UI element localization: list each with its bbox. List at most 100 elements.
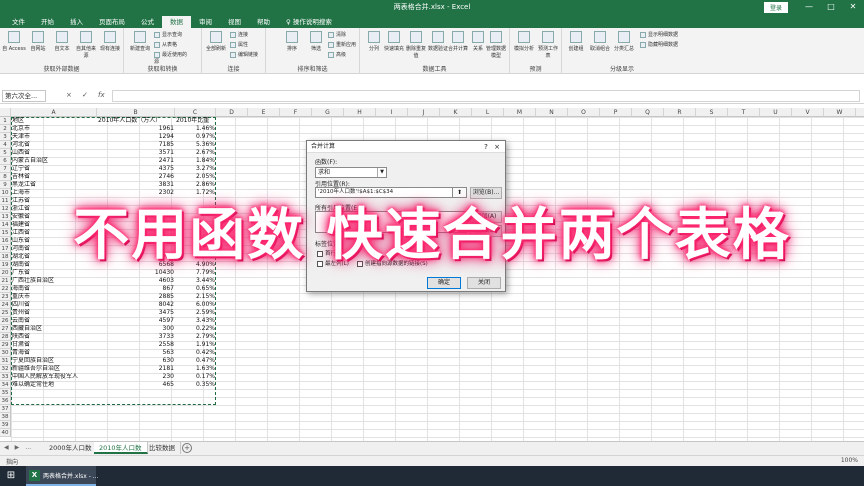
login-button[interactable]: 登录: [763, 2, 788, 13]
row-header[interactable]: 26: [0, 317, 11, 325]
column-header-a[interactable]: A: [11, 108, 97, 117]
column-header-m[interactable]: M: [504, 108, 536, 117]
cell-b33[interactable]: 230: [97, 373, 175, 381]
column-header-o[interactable]: O: [568, 108, 600, 117]
cell-b30[interactable]: 563: [97, 349, 175, 357]
row-header[interactable]: 21: [0, 277, 11, 285]
cell-b2[interactable]: 1961: [97, 125, 175, 133]
cell-c30[interactable]: 0.42%: [175, 349, 216, 357]
row-header[interactable]: 7: [0, 165, 11, 173]
row-header[interactable]: 28: [0, 333, 11, 341]
from-table-button[interactable]: 从表格: [154, 41, 188, 48]
cell-a23[interactable]: 重庆市: [11, 293, 97, 301]
row-header[interactable]: 8: [0, 173, 11, 181]
cell-b37[interactable]: [97, 405, 175, 413]
column-header-s[interactable]: S: [696, 108, 728, 117]
sheet-nav-arrows-icon[interactable]: ◀▶…: [4, 444, 37, 451]
row-header[interactable]: 9: [0, 181, 11, 189]
edit-links-button[interactable]: 编辑链接: [230, 51, 264, 58]
cell-b39[interactable]: [97, 421, 175, 429]
sort-button[interactable]: 排序: [280, 31, 304, 52]
windows-start-icon[interactable]: ⊞: [0, 466, 22, 486]
cell-a36[interactable]: [11, 397, 97, 405]
cell-a34[interactable]: 难以确定常住地: [11, 381, 97, 389]
recent-sources-button[interactable]: 最近使用的源: [154, 51, 188, 65]
cell-c34[interactable]: 0.35%: [175, 381, 216, 389]
close-icon[interactable]: ✕: [842, 0, 864, 14]
column-header-p[interactable]: P: [600, 108, 632, 117]
row-header[interactable]: 40: [0, 429, 11, 437]
row-header[interactable]: 37: [0, 405, 11, 413]
insert-function-icon[interactable]: fx: [98, 91, 105, 99]
column-header-f[interactable]: F: [280, 108, 312, 117]
cell-a7[interactable]: 辽宁省: [11, 165, 97, 173]
close-button[interactable]: 关闭: [467, 277, 501, 289]
row-header[interactable]: 35: [0, 389, 11, 397]
row-header[interactable]: 34: [0, 381, 11, 389]
row-header[interactable]: 33: [0, 373, 11, 381]
cell-a5[interactable]: 山西省: [11, 149, 97, 157]
ok-button[interactable]: 确定: [427, 277, 461, 289]
tab-home[interactable]: 开始: [33, 16, 62, 28]
row-header[interactable]: 6: [0, 157, 11, 165]
function-select[interactable]: 求和 ▼: [315, 167, 387, 178]
formula-input[interactable]: [112, 90, 860, 102]
cell-c35[interactable]: [175, 389, 216, 397]
cell-b8[interactable]: 2746: [97, 173, 175, 181]
cell-b29[interactable]: 2558: [97, 341, 175, 349]
cell-c33[interactable]: 0.17%: [175, 373, 216, 381]
cell-b4[interactable]: 7185: [97, 141, 175, 149]
cell-c40[interactable]: [175, 429, 216, 437]
column-header-b[interactable]: B: [97, 108, 175, 117]
column-header-w[interactable]: W: [824, 108, 856, 117]
row-header[interactable]: 38: [0, 413, 11, 421]
select-all-corner[interactable]: [0, 108, 11, 117]
cell-a25[interactable]: 贵州省: [11, 309, 97, 317]
tab-formulas[interactable]: 公式: [133, 16, 162, 28]
sheet-tab-2010[interactable]: 2010年人口数: [94, 442, 148, 454]
cell-c23[interactable]: 2.15%: [175, 293, 216, 301]
tab-data[interactable]: 数据: [162, 16, 191, 28]
cell-b32[interactable]: 2181: [97, 365, 175, 373]
cell-a32[interactable]: 新疆维吾尔自治区: [11, 365, 97, 373]
cell-a26[interactable]: 云南省: [11, 317, 97, 325]
cell-a6[interactable]: 内蒙古自治区: [11, 157, 97, 165]
column-header-l[interactable]: L: [472, 108, 504, 117]
cell-c9[interactable]: 2.86%: [175, 181, 216, 189]
cell-c6[interactable]: 1.84%: [175, 157, 216, 165]
cell-c4[interactable]: 5.36%: [175, 141, 216, 149]
cell-b27[interactable]: 300: [97, 325, 175, 333]
cell-b7[interactable]: 4375: [97, 165, 175, 173]
column-header-r[interactable]: R: [664, 108, 696, 117]
tab-insert[interactable]: 插入: [62, 16, 91, 28]
cell-a30[interactable]: 青海省: [11, 349, 97, 357]
tab-file[interactable]: 文件: [4, 16, 33, 28]
subtotal-button[interactable]: 分类汇总: [612, 31, 636, 52]
cell-a8[interactable]: 吉林省: [11, 173, 97, 181]
cell-a1[interactable]: 地区: [11, 117, 97, 125]
cell-a37[interactable]: [11, 405, 97, 413]
cell-a9[interactable]: 黑龙江省: [11, 181, 97, 189]
zoom-level[interactable]: 100%: [841, 457, 858, 464]
column-header-g[interactable]: G: [312, 108, 344, 117]
advanced-filter-button[interactable]: 高级: [328, 51, 362, 58]
cell-a4[interactable]: 河北省: [11, 141, 97, 149]
cell-c27[interactable]: 0.22%: [175, 325, 216, 333]
column-header-c[interactable]: C: [175, 108, 216, 117]
new-query-button[interactable]: 新建查询: [128, 31, 152, 52]
cell-b35[interactable]: [97, 389, 175, 397]
row-header[interactable]: 3: [0, 133, 11, 141]
hide-detail-button[interactable]: 隐藏明细数据: [640, 41, 682, 48]
row-header[interactable]: 4: [0, 141, 11, 149]
filter-button[interactable]: 筛选: [304, 31, 328, 52]
column-header-k[interactable]: K: [440, 108, 472, 117]
cell-c25[interactable]: 2.59%: [175, 309, 216, 317]
cancel-icon[interactable]: ×: [66, 91, 72, 99]
cell-c28[interactable]: 2.79%: [175, 333, 216, 341]
show-queries-button[interactable]: 显示查询: [154, 31, 188, 38]
cell-b40[interactable]: [97, 429, 175, 437]
cell-c8[interactable]: 2.05%: [175, 173, 216, 181]
column-header-v[interactable]: V: [792, 108, 824, 117]
from-access-button[interactable]: 自 Access: [2, 31, 26, 52]
existing-connections-button[interactable]: 现有连接: [98, 31, 122, 52]
